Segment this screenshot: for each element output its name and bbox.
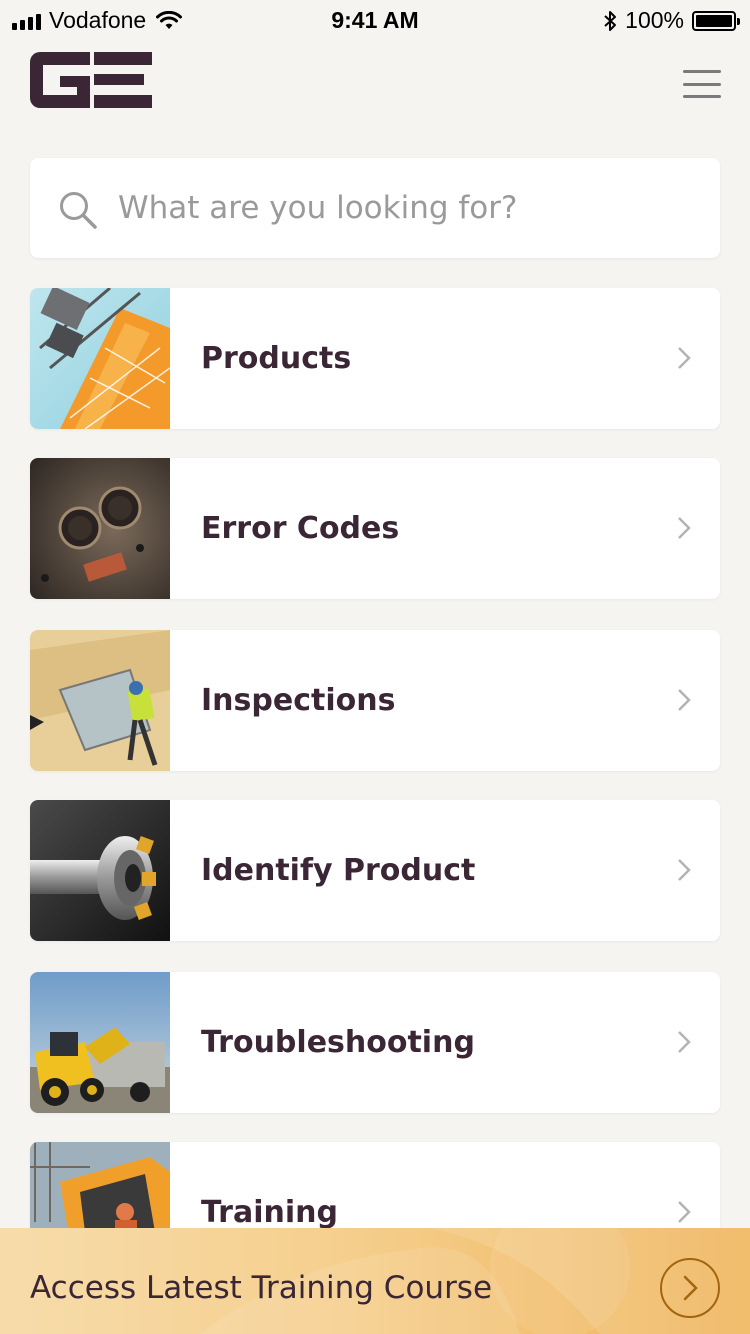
battery-icon (692, 10, 740, 31)
chevron-right-icon (678, 517, 691, 539)
menu-item-products[interactable]: Products (30, 288, 720, 429)
menu-item-label: Products (201, 341, 352, 376)
chevron-right-icon (678, 1201, 691, 1223)
status-bar: Vodafone 9:41 AM 100% (0, 0, 750, 40)
menu-item-label: Identify Product (201, 853, 476, 888)
banner-label: Access Latest Training Course (30, 1270, 493, 1306)
search-input[interactable] (116, 189, 700, 227)
chevron-right-icon (678, 1031, 691, 1053)
chevron-right-icon (678, 347, 691, 369)
construction-worker-photo (30, 630, 170, 771)
hamburger-menu-icon[interactable] (683, 70, 721, 98)
menu-item-inspections[interactable]: Inspections (30, 630, 720, 771)
menu-item-label: Troubleshooting (201, 1025, 475, 1060)
search-icon (60, 192, 97, 229)
battery-percentage: 100% (625, 7, 684, 33)
menu-item-troubleshooting[interactable]: Troubleshooting (30, 972, 720, 1113)
wheel-loader-photo (30, 972, 170, 1113)
search-bar[interactable] (30, 158, 720, 258)
chevron-right-circle-icon[interactable] (660, 1258, 720, 1318)
battery-fill (696, 14, 732, 27)
rusty-machine-knobs-photo (30, 458, 170, 599)
menu-item-error-codes[interactable]: Error Codes (30, 458, 720, 599)
ge-logo[interactable] (30, 52, 152, 108)
tower-crane-photo (30, 288, 170, 429)
bluetooth-icon (604, 10, 617, 31)
menu-item-label: Error Codes (201, 511, 400, 546)
training-course-banner[interactable]: Access Latest Training Course (0, 1228, 750, 1334)
chevron-right-icon (678, 859, 691, 881)
menu-item-label: Inspections (201, 683, 396, 718)
milling-cutter-photo (30, 800, 170, 941)
chevron-right-icon (678, 689, 691, 711)
menu-item-identify-product[interactable]: Identify Product (30, 800, 720, 941)
